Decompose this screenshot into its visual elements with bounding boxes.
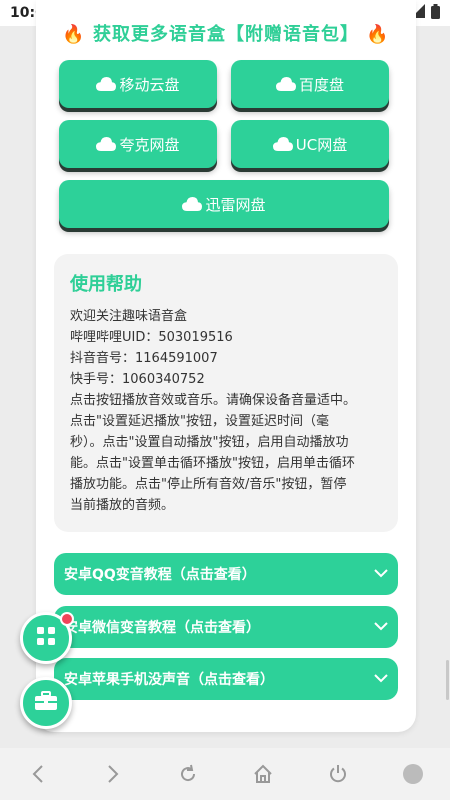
toolbox-icon <box>34 691 58 715</box>
button-label: 移动云盘 <box>119 75 180 94</box>
cloud-icon <box>182 197 203 211</box>
uc-pan-button[interactable]: UC网盘 <box>231 120 389 168</box>
scrollbar[interactable] <box>446 660 449 700</box>
profile-circle-icon[interactable] <box>399 760 427 788</box>
help-card: 使用帮助 欢迎关注趣味语音盒 哔哩哔哩UID：503019516 抖音音号：11… <box>54 254 398 532</box>
refresh-icon[interactable] <box>174 760 202 788</box>
main-card: 🔥 获取更多语音盒【附赠语音包】 🔥 移动云盘 百度盘 夸克网盘 UC网盘 迅雷… <box>36 0 416 732</box>
help-line: 快手号：1060340752 <box>70 372 205 387</box>
chevron-down-icon <box>374 619 388 635</box>
notification-badge <box>60 612 74 626</box>
wechat-voice-tutorial-item[interactable]: 安卓微信变音教程（点击查看） <box>54 606 398 648</box>
button-label: 迅雷网盘 <box>205 195 266 214</box>
help-line: 哔哩哔哩UID：503019516 <box>70 330 233 345</box>
no-sound-tutorial-item[interactable]: 安卓苹果手机没声音（点击查看） <box>54 658 398 700</box>
cloud-icon <box>275 77 296 91</box>
battery-icon <box>431 3 440 23</box>
forward-icon[interactable] <box>99 760 127 788</box>
help-line: 抖音音号：1164591007 <box>70 351 218 366</box>
mobile-cloud-button[interactable]: 移动云盘 <box>59 60 217 108</box>
power-icon[interactable] <box>324 760 352 788</box>
toolbox-fab[interactable] <box>20 677 72 729</box>
qq-voice-tutorial-item[interactable]: 安卓QQ变音教程（点击查看） <box>54 553 398 595</box>
cloud-icon <box>96 77 117 91</box>
button-label: UC网盘 <box>295 135 348 154</box>
home-icon[interactable] <box>249 760 277 788</box>
help-line: 欢迎关注趣味语音盒 <box>70 309 188 324</box>
fire-icon: 🔥 <box>62 24 86 45</box>
chevron-down-icon <box>374 671 388 687</box>
help-line: 秒）。点击"设置自动播放"按钮，启用自动播放功 <box>70 435 349 450</box>
cloud-icon <box>272 137 293 151</box>
xunlei-pan-button[interactable]: 迅雷网盘 <box>59 180 389 228</box>
promo-title-text: 获取更多语音盒【附赠语音包】 <box>93 24 359 45</box>
grid-icon <box>36 626 56 650</box>
back-icon[interactable] <box>24 760 52 788</box>
quark-pan-button[interactable]: 夸克网盘 <box>59 120 217 168</box>
help-line: 点击按钮播放音效或音乐。请确保设备音量适中。 <box>70 393 357 408</box>
button-label: 夸克网盘 <box>119 135 180 154</box>
chevron-down-icon <box>374 566 388 582</box>
tutorial-label: 安卓QQ变音教程（点击查看） <box>64 567 256 583</box>
baidu-pan-button[interactable]: 百度盘 <box>231 60 389 108</box>
fire-icon: 🔥 <box>366 24 390 45</box>
help-line: 播放功能。点击"停止所有音效/音乐"按钮，暂停 <box>70 477 347 492</box>
help-title: 使用帮助 <box>70 274 142 295</box>
cloud-icon <box>96 137 117 151</box>
help-line: 能。点击"设置单击循环播放"按钮，启用单击循环 <box>70 456 355 471</box>
promo-title: 🔥 获取更多语音盒【附赠语音包】 🔥 <box>36 20 416 46</box>
tutorial-label: 安卓微信变音教程（点击查看） <box>64 620 260 636</box>
help-line: 点击"设置延迟播放"按钮，设置延迟时间（毫 <box>70 414 329 429</box>
navigation-bar <box>0 748 450 800</box>
help-line: 当前播放的音频。 <box>70 498 175 513</box>
tutorial-label: 安卓苹果手机没声音（点击查看） <box>64 672 274 688</box>
button-label: 百度盘 <box>298 75 344 94</box>
